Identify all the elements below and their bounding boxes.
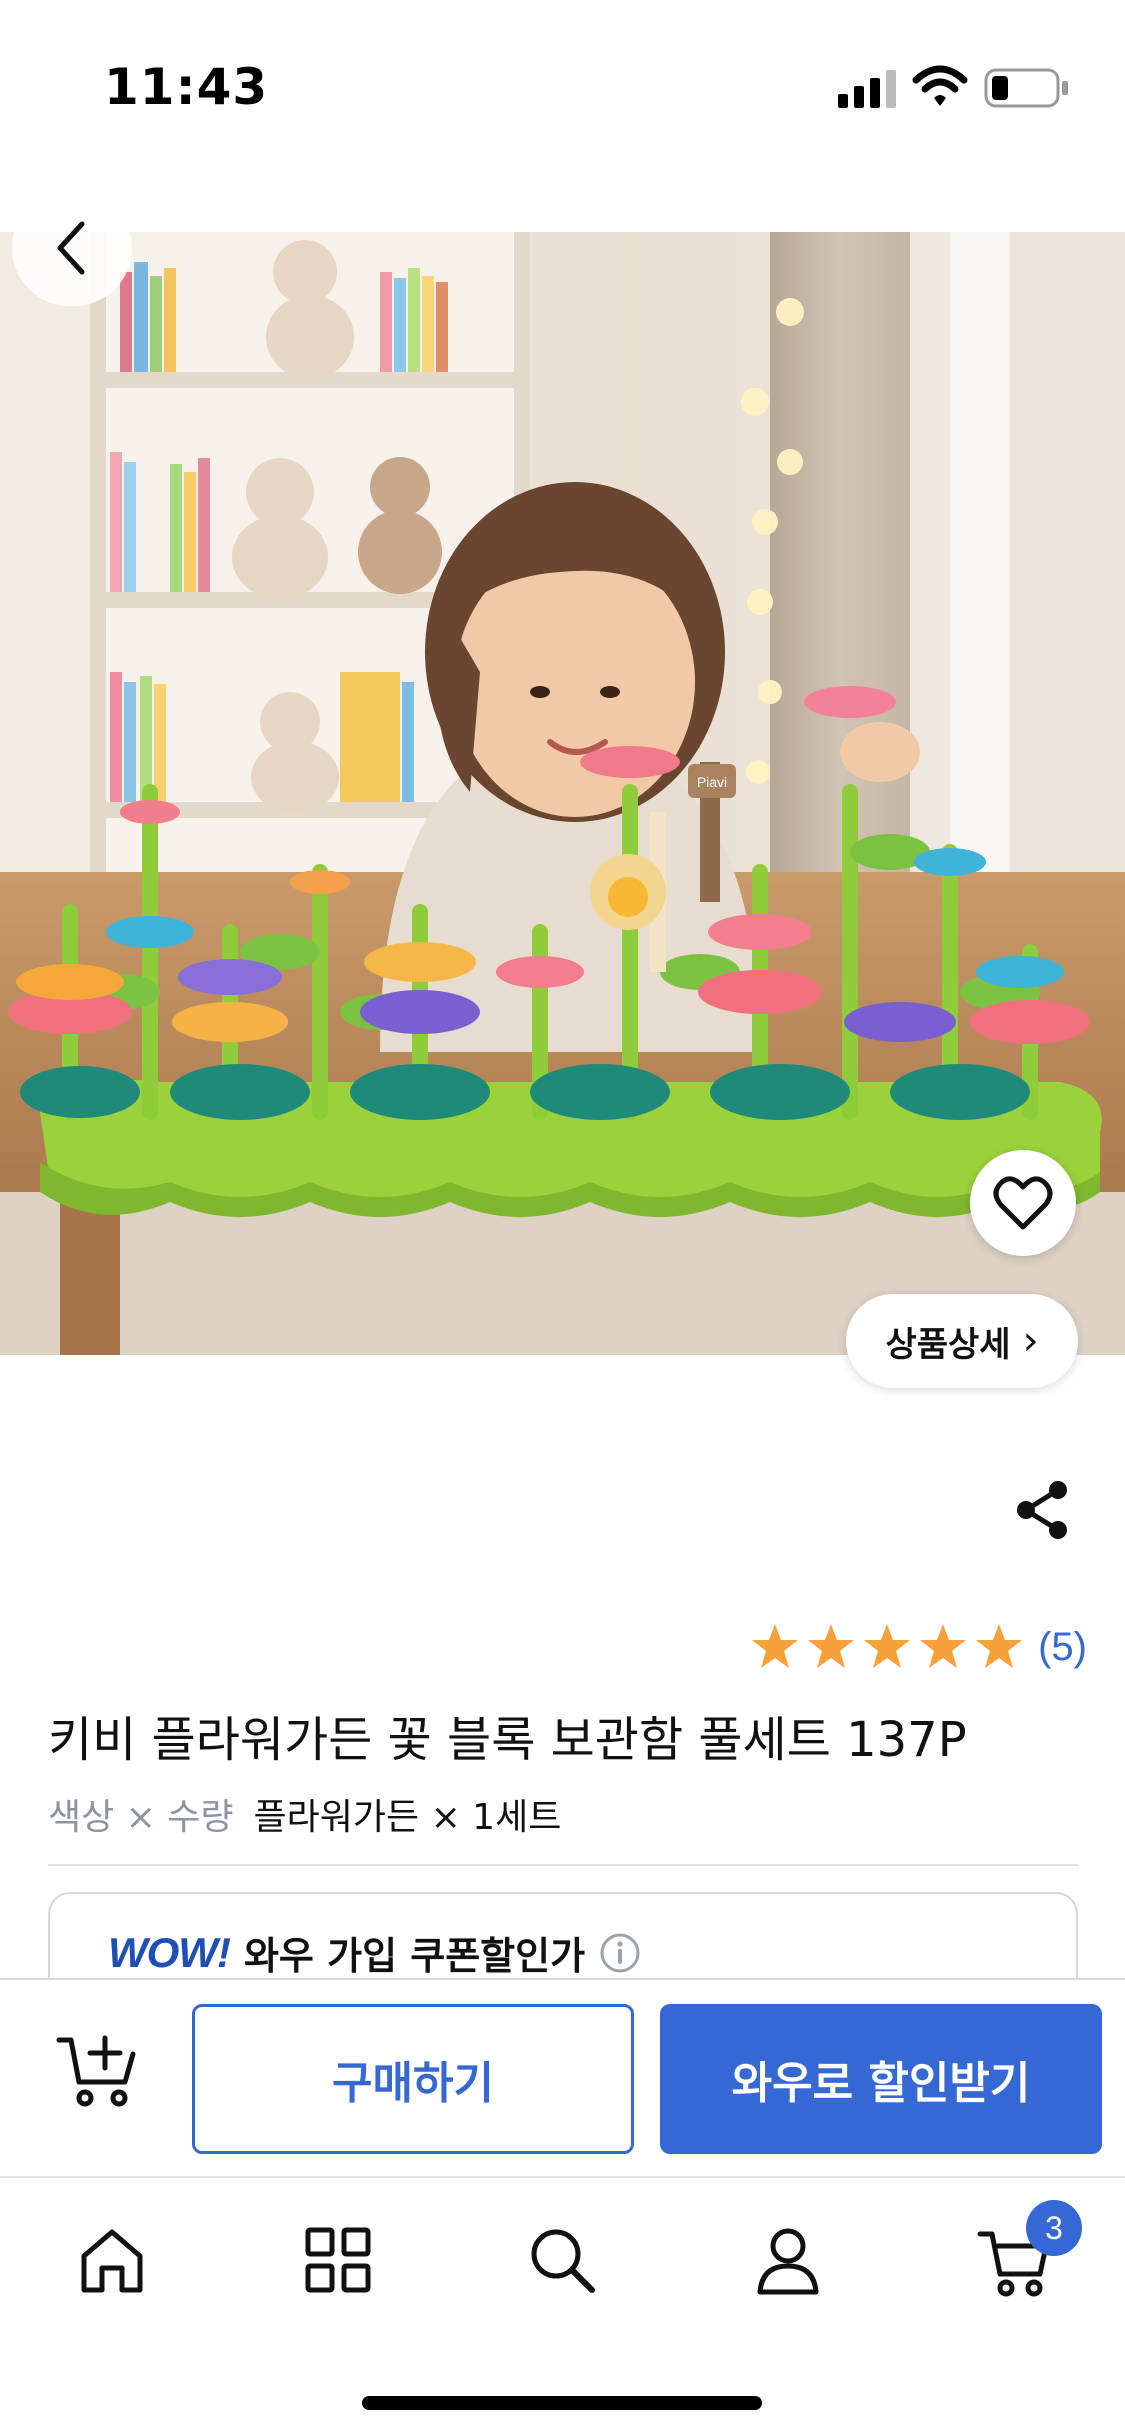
star-icon — [920, 1624, 967, 1668]
cart-count-badge: 3 — [1026, 2200, 1082, 2256]
product-title: 키비 플라워가든 꽃 블록 보관함 풀세트 137P — [48, 1712, 967, 1768]
product-image[interactable]: Piavi — [0, 232, 1125, 1355]
status-time: 11:43 — [104, 58, 269, 116]
cart-plus-icon — [56, 2035, 136, 2107]
star-icon — [808, 1624, 855, 1668]
chevron-right-icon: › — [1022, 1318, 1039, 1364]
wifi-icon — [912, 65, 968, 106]
back-button[interactable] — [12, 190, 132, 306]
option-row[interactable]: 색상 × 수량 플라워가든 × 1세트 — [48, 1788, 561, 1840]
sign-text: Piavi — [697, 774, 727, 790]
signal-icon — [838, 70, 896, 108]
share-icon[interactable] — [1012, 1478, 1072, 1542]
product-photo: Piavi — [0, 232, 1125, 1355]
wow-coupon-row[interactable]: WOW! 와우 가입 쿠폰할인가 — [108, 1925, 641, 1980]
search-icon[interactable] — [524, 2222, 600, 2298]
info-icon[interactable] — [599, 1932, 641, 1974]
wow-discount-buy-button[interactable]: 와우로 할인받기 — [660, 2004, 1102, 2154]
star-icon — [752, 1624, 799, 1668]
heart-icon — [993, 1176, 1053, 1230]
review-count[interactable]: (5) — [1038, 1625, 1087, 1670]
option-label: 색상 × 수량 — [48, 1797, 234, 1838]
status-bar: 11:43 — [0, 0, 1125, 175]
home-icon[interactable] — [74, 2222, 150, 2298]
divider — [48, 1864, 1078, 1866]
buy-button[interactable]: 구매하기 — [192, 2004, 634, 2154]
star-icon — [864, 1624, 911, 1668]
rating[interactable]: (5) — [750, 1622, 1087, 1672]
battery-icon — [984, 68, 1068, 108]
wow-coupon-text: 와우 가입 쿠폰할인가 — [243, 1934, 586, 1978]
home-indicator[interactable] — [362, 2396, 762, 2410]
detail-label: 상품상세 — [885, 1324, 1011, 1365]
profile-icon[interactable] — [750, 2222, 826, 2298]
star-icon — [976, 1624, 1023, 1668]
chevron-left-icon — [57, 221, 85, 275]
category-icon[interactable] — [300, 2222, 376, 2298]
product-detail-button[interactable]: 상품상세 › — [846, 1294, 1078, 1388]
add-to-cart-button[interactable] — [52, 2026, 142, 2116]
option-value: 플라워가든 × 1세트 — [253, 1797, 562, 1838]
wow-logo: WOW! — [108, 1928, 231, 1976]
wishlist-button[interactable] — [970, 1150, 1076, 1256]
